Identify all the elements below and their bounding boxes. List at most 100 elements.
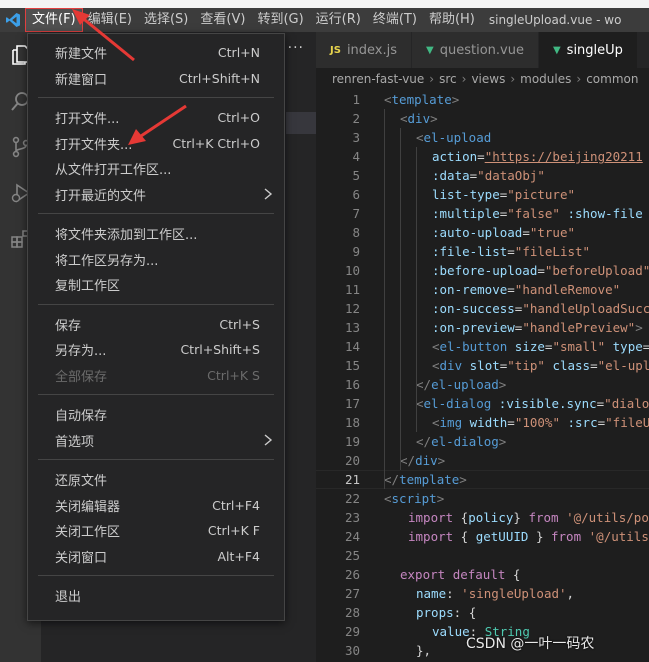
menu-item-1-3[interactable]: 打开最近的文件 <box>28 182 284 208</box>
menu-item-5-1[interactable]: 关闭编辑器 Ctrl+F4 <box>28 493 284 519</box>
menu-item-label: 将工作区另存为... <box>55 253 159 269</box>
menu-item-0-1[interactable]: 新建窗口 Ctrl+Shift+N <box>28 66 284 92</box>
menu-item-label: 保存 <box>55 318 82 334</box>
breadcrumb-item[interactable]: views <box>471 72 505 86</box>
code-token: script <box>391 491 437 506</box>
code-line: 22 <script> <box>316 489 649 508</box>
code-token: '@/utils/po <box>566 510 649 525</box>
menu-item-3-0[interactable]: 保存 Ctrl+S <box>28 312 284 338</box>
code-line: 14 <el-button size="small" type= <box>316 337 649 356</box>
code-token: "true" <box>529 225 575 240</box>
code-token: "beforeUpload" <box>544 263 649 278</box>
line-number: 11 <box>344 282 360 297</box>
code-content: :file-list="fileList" <box>432 242 590 261</box>
more-actions-icon[interactable]: ··· <box>288 40 304 56</box>
line-number: 8 <box>352 225 360 240</box>
code-token: "picture" <box>507 187 575 202</box>
watermark: CSDN @一叶一码农 <box>466 636 595 652</box>
breadcrumb-item[interactable]: common <box>586 72 638 86</box>
menu-item-label: 新建文件 <box>55 47 108 63</box>
code-content: list-type="picture" <box>432 185 575 204</box>
menu-item-0-0[interactable]: 新建文件 Ctrl+N <box>28 40 284 66</box>
code-token: "dialo <box>604 396 649 411</box>
menu-item-6-0[interactable]: 退出 <box>28 583 284 609</box>
menu-separator <box>38 459 274 460</box>
menu-item-4-1[interactable]: 首选项 <box>28 428 284 454</box>
code-token: props <box>416 605 454 620</box>
menu-5[interactable]: 运行(R) <box>310 9 367 31</box>
line-number: 1 <box>352 92 360 107</box>
menu-6[interactable]: 终端(T) <box>367 9 423 31</box>
code-token: :on-success <box>432 301 515 316</box>
breadcrumb-item[interactable]: modules <box>520 72 571 86</box>
menu-item-2-1[interactable]: 将工作区另存为... <box>28 247 284 273</box>
code-token: < <box>384 491 392 506</box>
code-token: name <box>416 586 447 601</box>
breadcrumb-item[interactable]: renren-fast-vue <box>332 72 424 86</box>
menu-item-3-1[interactable]: 另存为... Ctrl+Shift+S <box>28 337 284 363</box>
code-content: :auto-upload="true" <box>432 223 575 242</box>
menu-1[interactable]: 编辑(E) <box>82 9 138 31</box>
code-token: :on-preview <box>432 320 515 335</box>
menu-3[interactable]: 查看(V) <box>194 9 251 31</box>
line-number: 10 <box>344 263 360 278</box>
code-token: = <box>477 149 485 164</box>
indent-guide <box>384 109 385 489</box>
breadcrumb-item[interactable]: src <box>439 72 457 86</box>
tab-0[interactable]: JS index.js <box>316 32 413 68</box>
line-number: 2 <box>352 111 360 126</box>
tab-1[interactable]: ▼ question.vue <box>412 32 539 68</box>
menu-item-label: 退出 <box>55 590 82 606</box>
line-number: 23 <box>344 510 360 525</box>
code-token: el-upload <box>423 130 492 145</box>
code-content: :before-upload="beforeUpload" <box>432 261 649 280</box>
code-line: 16 </el-upload> <box>316 375 649 394</box>
code-content: :on-preview="handlePreview"> <box>432 318 643 337</box>
code-content: :on-success="handleUploadSucc <box>432 299 649 318</box>
code-token: slot <box>469 358 500 373</box>
menu-item-3-2: 全部保存 Ctrl+K S <box>28 363 284 389</box>
tab-2[interactable]: ▼ singleUp <box>538 32 638 68</box>
code-content: <el-upload <box>416 128 491 147</box>
line-number: 15 <box>344 358 360 373</box>
code-editor[interactable]: 1 <template> 2 <div> 3 <el-upload 4 action="htt… <box>316 90 649 662</box>
menu-item-label: 还原文件 <box>55 474 108 490</box>
code-content: }, <box>416 641 431 660</box>
menu-item-4-0[interactable]: 自动保存 <box>28 402 284 428</box>
menu-2[interactable]: 选择(S) <box>138 9 194 31</box>
breadcrumb: renren-fast-vue › src › views › modules › common <box>316 68 649 90</box>
menu-item-5-0[interactable]: 还原文件 <box>28 467 284 493</box>
code-token: > <box>437 453 446 468</box>
code-line: 25 <box>316 546 649 565</box>
code-token: '@/utils <box>588 529 649 544</box>
code-token: < <box>400 111 408 126</box>
code-content: :data="dataObj" <box>432 166 545 185</box>
code-token: = <box>507 244 515 259</box>
code-content: name: 'singleUpload', <box>416 584 574 603</box>
menu-item-1-1[interactable]: 打开文件夹... Ctrl+K Ctrl+O <box>28 131 284 157</box>
menu-0[interactable]: 文件(F) <box>25 8 83 32</box>
menu-item-1-2[interactable]: 从文件打开工作区... <box>28 156 284 182</box>
code-token: size <box>514 339 545 354</box>
code-line: 23 import {policy} from '@/utils/po <box>316 508 649 527</box>
code-token: > <box>498 377 507 392</box>
menu-4[interactable]: 转到(G) <box>251 9 309 31</box>
menu-item-2-2[interactable]: 复制工作区 <box>28 272 284 298</box>
code-token: action <box>432 149 478 164</box>
menu-item-5-2[interactable]: 关闭工作区 Ctrl+K F <box>28 518 284 544</box>
code-token: width <box>469 415 508 430</box>
menu-7[interactable]: 帮助(H) <box>423 9 481 31</box>
code-token: from <box>551 529 582 544</box>
code-line: 26 export default { <box>316 565 649 584</box>
code-line: 2 <div> <box>316 109 649 128</box>
menu-item-2-0[interactable]: 将文件夹添加到工作区... <box>28 221 284 247</box>
code-token: :show-file <box>567 206 643 221</box>
menu-item-5-3[interactable]: 关闭窗口 Alt+F4 <box>28 544 284 570</box>
chevron-right-icon: › <box>510 72 516 86</box>
menu-item-1-0[interactable]: 打开文件... Ctrl+O <box>28 105 284 131</box>
vscode-window: 文件(F) 编辑(E) 选择(S) 查看(V) 转到(G) 运行(R) 终端(T) 帮助(H)… <box>0 0 649 662</box>
code-token: > <box>635 320 643 335</box>
code-token: < <box>432 358 440 373</box>
